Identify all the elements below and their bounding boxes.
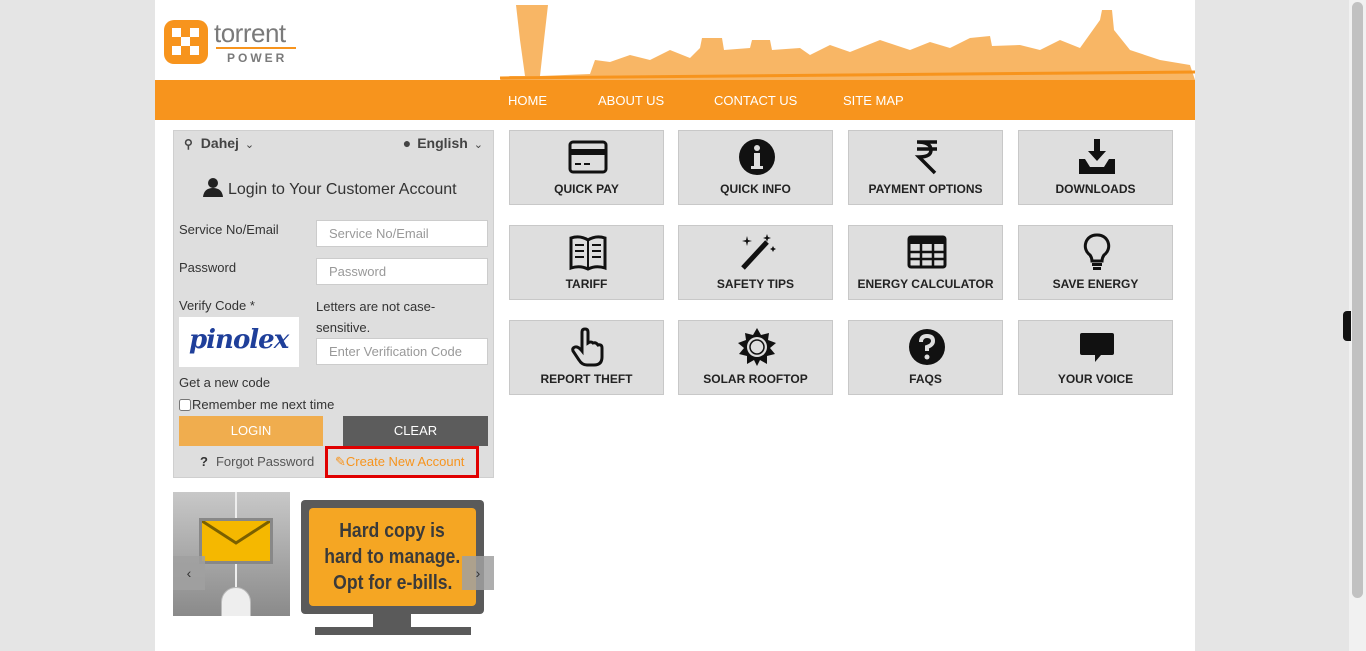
power-plant-skyline-image	[500, 5, 1195, 80]
chevron-down-icon: ⌄	[244, 139, 255, 151]
tile-quick-pay[interactable]: QUICK PAY	[509, 130, 664, 205]
scrollbar-thumb[interactable]	[1352, 2, 1363, 598]
book-icon	[569, 235, 607, 271]
tile-report-theft[interactable]: REPORT THEFT	[509, 320, 664, 395]
nav-about-us[interactable]: ABOUT US	[598, 93, 664, 108]
ebill-banner: Hard copy is hard to manage. Opt for e-b…	[301, 500, 484, 614]
remember-me: Remember me next time	[179, 397, 334, 412]
language-select[interactable]: ● English ⌄	[403, 135, 483, 151]
carousel-prev-button[interactable]: ‹	[173, 556, 205, 590]
pencil-icon: ✎	[335, 454, 346, 469]
tile-payment-options[interactable]: PAYMENT OPTIONS	[848, 130, 1003, 205]
download-icon	[1079, 139, 1115, 174]
password-input[interactable]	[316, 258, 488, 285]
email-banner-image	[173, 492, 290, 616]
card-icon	[568, 140, 608, 174]
mouse-icon	[221, 587, 251, 616]
question-icon: ?	[200, 454, 208, 469]
header: torrent POWER	[155, 0, 1195, 80]
verify-code-label: Verify Code *	[179, 298, 255, 313]
tile-solar-rooftop[interactable]: SOLAR ROOFTOP	[678, 320, 833, 395]
nav-contact-us[interactable]: CONTACT US	[714, 93, 797, 108]
service-input[interactable]	[316, 220, 488, 247]
logo-mark-icon	[164, 20, 208, 64]
tile-tariff[interactable]: TARIFF	[509, 225, 664, 300]
info-icon	[739, 139, 775, 175]
carousel-next-button[interactable]: ›	[462, 556, 494, 590]
nav-site-map[interactable]: SITE MAP	[843, 93, 904, 108]
remember-checkbox[interactable]	[179, 398, 191, 411]
globe-icon: ●	[402, 135, 412, 151]
login-title: Login to Your Customer Account	[202, 177, 457, 199]
envelope-icon	[199, 518, 273, 564]
table-icon	[907, 235, 947, 269]
clear-button[interactable]: CLEAR	[343, 416, 488, 446]
user-icon	[203, 178, 223, 197]
bulb-icon	[1083, 233, 1111, 270]
page: torrent POWER HOME ABOUT US CONTACT US S…	[155, 0, 1195, 651]
magic-wand-icon	[741, 234, 776, 270]
create-account-link[interactable]: ✎Create New Account	[325, 446, 479, 478]
torrent-power-logo[interactable]: torrent POWER	[164, 18, 304, 66]
hand-pointer-icon	[571, 327, 604, 367]
chevron-left-icon: ‹	[186, 565, 192, 581]
tile-quick-info[interactable]: QUICK INFO	[678, 130, 833, 205]
captcha-image: pinolex	[179, 317, 299, 367]
service-label: Service No/Email	[179, 222, 279, 237]
question-circle-icon	[909, 329, 945, 365]
location-select[interactable]: ⚲ Dahej ⌄	[184, 135, 254, 151]
tile-faqs[interactable]: FAQS	[848, 320, 1003, 395]
logo-text-bottom: POWER	[227, 51, 288, 65]
main-nav: HOME ABOUT US CONTACT US SITE MAP	[155, 80, 1195, 120]
tile-save-energy[interactable]: SAVE ENERGY	[1018, 225, 1173, 300]
sun-icon	[738, 328, 776, 366]
tile-safety-tips[interactable]: SAFETY TIPS	[678, 225, 833, 300]
password-label: Password	[179, 260, 237, 275]
new-code-link[interactable]: Get a new code	[179, 375, 270, 390]
verification-input[interactable]	[316, 338, 488, 365]
logo-text-top: torrent	[214, 18, 286, 48]
rupee-icon	[914, 140, 937, 175]
tile-downloads[interactable]: DOWNLOADS	[1018, 130, 1173, 205]
map-marker-icon: ⚲	[184, 137, 193, 151]
tile-your-voice[interactable]: YOUR VOICE	[1018, 320, 1173, 395]
login-panel: ⚲ Dahej ⌄ ● English ⌄ Login to Your Customer…	[173, 130, 494, 478]
case-hint: Letters are not case-sensitive.	[316, 299, 436, 335]
chevron-right-icon: ›	[475, 565, 481, 581]
chat-icon	[1080, 333, 1114, 362]
tile-energy-calculator[interactable]: ENERGY CALCULATOR	[848, 225, 1003, 300]
chevron-down-icon: ⌄	[473, 139, 483, 151]
side-feedback-tab[interactable]	[1343, 311, 1351, 341]
login-button[interactable]: LOGIN	[179, 416, 323, 446]
nav-home[interactable]: HOME	[508, 93, 547, 108]
forgot-password-link[interactable]: ? Forgot Password	[200, 454, 314, 469]
